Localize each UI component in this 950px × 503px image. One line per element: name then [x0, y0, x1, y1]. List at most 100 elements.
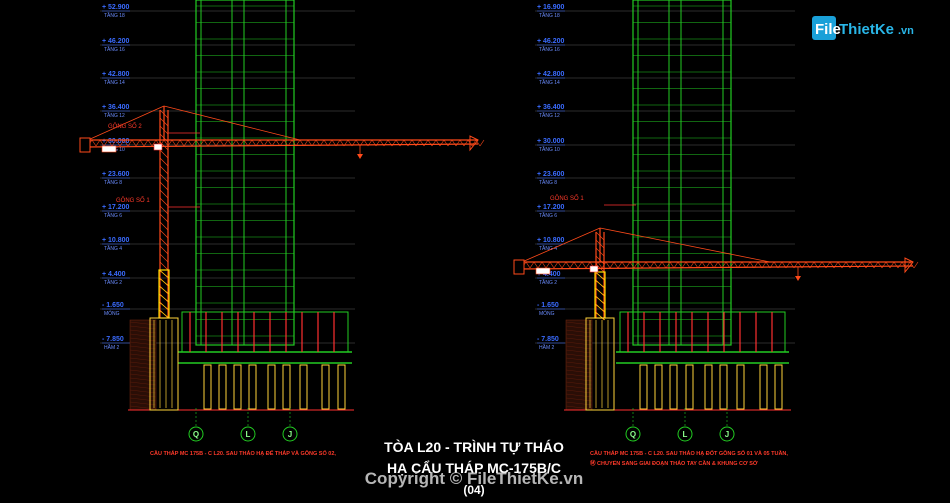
- cad-drawing-canvas: + 52.900 TẦNG 18 + 46.200 TẦNG 16 + 42.800 TẦ…: [0, 0, 950, 503]
- jib-lacing: [849, 261, 855, 269]
- jib-lacing: [669, 261, 675, 269]
- mast-lacing: [159, 261, 169, 271]
- jib-lacing: [557, 261, 563, 269]
- jib-lacing: [423, 139, 429, 147]
- level-name: TẦNG 14: [104, 79, 125, 86]
- jib-lacing: [455, 139, 461, 147]
- level-value: - 7.850: [102, 336, 124, 343]
- level-name: TẦNG 2: [539, 279, 557, 286]
- level-value: + 23.600: [537, 171, 565, 178]
- jib-lacing: [869, 261, 875, 269]
- logo-text-file: File: [815, 21, 841, 38]
- jib-lacing: [865, 261, 871, 269]
- jib-lacing: [597, 261, 603, 269]
- level-name: TẦNG 14: [539, 79, 560, 86]
- pile: [218, 364, 227, 410]
- jib-lacing: [459, 139, 465, 147]
- level-value: + 36.400: [102, 104, 130, 111]
- level-name: TẦNG 2: [104, 279, 122, 286]
- level-value: - 7.850: [537, 336, 559, 343]
- mast-lacing: [159, 221, 169, 231]
- tie-label: GÔNG SỐ 2: [108, 123, 142, 130]
- pile: [719, 364, 728, 410]
- jib-lacing: [541, 261, 547, 269]
- jib-lacing: [415, 139, 421, 147]
- level-name: TẦNG 4: [104, 245, 122, 252]
- pile: [267, 364, 276, 410]
- filethietke-logo: File ThietKe .vn: [812, 16, 914, 40]
- jib-lacing: [913, 261, 919, 269]
- jib-lacing: [585, 261, 591, 269]
- jib-lacing: [653, 261, 659, 269]
- jib-lacing: [95, 139, 101, 147]
- counterweight: [513, 259, 525, 275]
- mast-lacing: [159, 253, 169, 263]
- jib-lacing: [885, 261, 891, 269]
- hook: [357, 154, 363, 159]
- axis-label: Q: [193, 430, 199, 439]
- jib-lacing: [889, 261, 895, 269]
- pile: [704, 364, 713, 410]
- level-name: TẦNG 12: [104, 112, 125, 119]
- jib-lacing: [451, 139, 457, 147]
- jib-lacing: [573, 261, 579, 269]
- pile: [337, 364, 346, 410]
- axis-label: Q: [630, 430, 636, 439]
- jib-lacing: [613, 261, 619, 269]
- podium-frame: [619, 311, 786, 353]
- pile: [669, 364, 678, 410]
- jib-lacing: [853, 261, 859, 269]
- jib-lacing: [897, 261, 903, 269]
- level-name: HẦM 2: [539, 344, 555, 351]
- jib-lacing: [621, 261, 627, 269]
- mast-lacing: [159, 181, 169, 191]
- logo-text-tld: .vn: [898, 25, 914, 37]
- jib-lacing: [479, 139, 485, 147]
- level-value: + 4.400: [102, 271, 126, 278]
- mast-lacing: [159, 229, 169, 239]
- jib-lacing: [673, 261, 679, 269]
- pile: [299, 364, 308, 410]
- jib-lacing: [447, 139, 453, 147]
- jib-lacing: [625, 261, 631, 269]
- jib-lacing: [525, 261, 531, 269]
- jib-lacing: [861, 261, 867, 269]
- jib-lacing: [581, 261, 587, 269]
- axis-label: L: [683, 430, 688, 439]
- level-name: TẦNG 18: [539, 12, 560, 19]
- pile: [203, 364, 212, 410]
- mast-lacing: [159, 149, 169, 159]
- jib-lacing: [431, 139, 437, 147]
- operator-cab: [589, 265, 599, 273]
- jib-lacing: [427, 139, 433, 147]
- jib-lacing: [443, 139, 449, 147]
- level-name: TẦNG 8: [539, 179, 557, 186]
- right-elevation: + 16.900TẦNG 18+ 46.200TẦNG 16+ 42.800TẦ…: [513, 0, 919, 467]
- jib-lacing: [463, 139, 469, 147]
- jib-lacing: [439, 139, 445, 147]
- level-name: TẦNG 10: [539, 146, 560, 153]
- mast-lacing: [159, 237, 169, 247]
- logo-text-thietke: ThietKe: [839, 21, 894, 38]
- jib-lacing: [565, 261, 571, 269]
- level-name: TẦNG 18: [104, 12, 125, 19]
- jib-lacing: [411, 139, 417, 147]
- jib-lacing: [537, 261, 543, 269]
- tie-label: GÔNG SỐ 1: [550, 195, 584, 202]
- jib-lacing: [661, 261, 667, 269]
- hook: [795, 276, 801, 281]
- level-name: TẦNG 6: [539, 212, 557, 219]
- jib-lacing: [877, 261, 883, 269]
- drawing-svg: + 52.900TẦNG 18+ 46.200TẦNG 16+ 42.800TẦ…: [79, 0, 919, 497]
- jib-lacing: [91, 139, 97, 147]
- level-name: TẦNG 16: [539, 46, 560, 53]
- jib-lacing: [637, 261, 643, 269]
- jib-lacing: [657, 261, 663, 269]
- tower-outline: [632, 0, 732, 346]
- pile: [759, 364, 768, 410]
- jib-lacing: [475, 139, 481, 147]
- mast-lacing: [159, 197, 169, 207]
- level-name: TẦNG 12: [539, 112, 560, 119]
- counterweight: [79, 137, 91, 153]
- level-name: HẦM 2: [104, 344, 120, 351]
